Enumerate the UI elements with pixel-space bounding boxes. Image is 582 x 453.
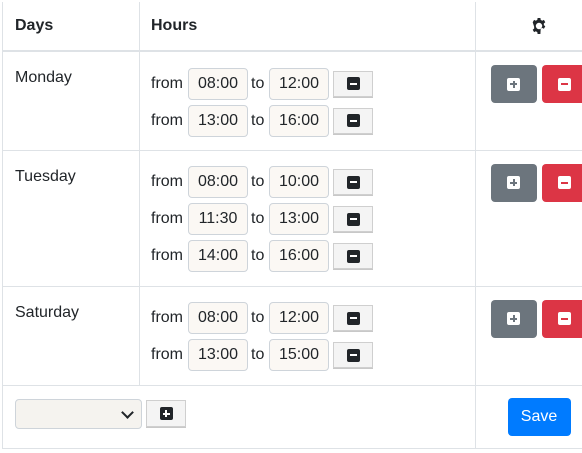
minus-square-icon <box>346 348 360 362</box>
time-range: from to <box>151 238 475 275</box>
plus-square-icon <box>507 77 520 91</box>
from-label: from <box>151 74 183 92</box>
save-button[interactable]: Save <box>507 398 571 436</box>
from-label: from <box>151 309 183 327</box>
delete-day-button[interactable] <box>541 65 582 103</box>
minus-square-icon <box>346 249 360 263</box>
minus-square-icon <box>558 176 571 190</box>
time-range: from to <box>151 164 475 201</box>
day-actions-cell <box>475 149 582 287</box>
day-actions-cell <box>475 50 582 151</box>
to-label: to <box>251 210 265 228</box>
day-cell: Saturday <box>2 285 140 387</box>
hours-cell: from to from to from to <box>139 149 476 287</box>
from-time-input[interactable] <box>188 203 248 236</box>
minus-square-icon <box>346 114 360 127</box>
plus-square-icon <box>507 176 520 190</box>
time-range: from to <box>151 65 475 102</box>
day-actions <box>476 163 582 202</box>
day-name: Tuesday <box>15 167 76 185</box>
from-time-input[interactable] <box>188 67 248 100</box>
to-label: to <box>251 247 265 265</box>
minus-square-icon <box>558 77 571 91</box>
remove-range-button[interactable] <box>333 243 373 270</box>
time-range: from to <box>151 201 475 238</box>
delete-day-button[interactable] <box>541 163 582 202</box>
minus-square-icon <box>346 212 360 226</box>
hours-cell: from to from to <box>139 50 476 151</box>
day-name: Saturday <box>15 303 80 321</box>
to-time-input[interactable] <box>269 166 329 199</box>
from-time-input[interactable] <box>188 240 248 273</box>
gear-icon[interactable] <box>531 17 547 34</box>
to-label: to <box>251 74 265 92</box>
schedule-table: Days Hours Monday from to from to Tuesday from… <box>2 2 582 449</box>
plus-square-icon <box>159 407 173 420</box>
from-label: from <box>151 111 183 129</box>
from-label: from <box>151 173 183 191</box>
day-name: Monday <box>15 69 72 86</box>
to-label: to <box>251 346 265 364</box>
time-range: from to <box>151 300 475 337</box>
add-day-cell <box>2 385 476 449</box>
to-label: to <box>251 309 265 327</box>
day-actions <box>476 299 582 338</box>
from-label: from <box>151 346 183 364</box>
day-select[interactable] <box>15 399 142 429</box>
to-time-input[interactable] <box>269 302 329 335</box>
day-actions-cell <box>475 285 582 387</box>
from-time-input[interactable] <box>188 166 248 199</box>
time-range: from to <box>151 337 475 374</box>
hours-cell: from to from to <box>139 285 476 387</box>
day-actions <box>476 65 582 103</box>
day-row: Monday from to from to <box>2 50 582 151</box>
remove-range-button[interactable] <box>333 169 373 196</box>
to-time-input[interactable] <box>269 203 329 236</box>
from-time-input[interactable] <box>188 302 248 335</box>
remove-range-button[interactable] <box>333 70 373 97</box>
day-row: Tuesday from to from to from to <box>2 149 582 287</box>
save-cell: Save <box>475 385 582 449</box>
to-time-input[interactable] <box>269 67 329 100</box>
minus-square-icon <box>558 312 571 326</box>
from-time-input[interactable] <box>188 104 248 137</box>
remove-range-button[interactable] <box>333 206 373 233</box>
day-row: Saturday from to from to <box>2 285 582 387</box>
remove-range-button[interactable] <box>333 107 373 134</box>
chevron-down-icon <box>121 406 134 419</box>
minus-square-icon <box>346 311 360 325</box>
from-label: from <box>151 247 183 265</box>
add-range-button[interactable] <box>490 299 537 338</box>
days-header: Days <box>2 2 140 52</box>
from-time-input[interactable] <box>188 339 248 372</box>
plus-square-icon <box>507 312 520 326</box>
to-time-input[interactable] <box>269 339 329 372</box>
hours-header: Hours <box>139 2 476 52</box>
day-cell: Tuesday <box>2 149 140 287</box>
add-range-button[interactable] <box>490 163 537 202</box>
remove-range-button[interactable] <box>333 305 373 332</box>
remove-range-button[interactable] <box>333 342 373 369</box>
from-label: from <box>151 210 183 228</box>
add-day-button[interactable] <box>146 400 186 427</box>
minus-square-icon <box>346 77 360 90</box>
to-label: to <box>251 111 265 129</box>
delete-day-button[interactable] <box>541 299 582 338</box>
to-time-input[interactable] <box>269 240 329 273</box>
add-range-button[interactable] <box>490 65 537 103</box>
to-label: to <box>251 173 265 191</box>
day-cell: Monday <box>2 50 140 151</box>
minus-square-icon <box>346 175 360 189</box>
to-time-input[interactable] <box>269 104 329 137</box>
time-range: from to <box>151 102 475 139</box>
settings-header <box>475 2 582 52</box>
